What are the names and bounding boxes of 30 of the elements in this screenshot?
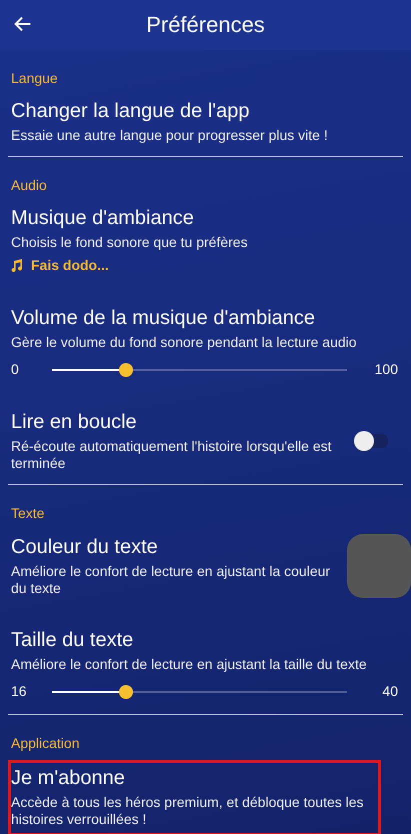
slider-max-label: 100 xyxy=(374,360,398,379)
setting-title: Taille du texte xyxy=(11,628,134,652)
setting-title: Musique d'ambiance xyxy=(11,206,195,230)
music-note-icon xyxy=(11,259,23,272)
current-track-link[interactable]: Fais dodo... xyxy=(31,255,109,276)
slider-min-label: 0 xyxy=(11,360,20,379)
setting-title: Lire en boucle xyxy=(11,410,138,434)
setting-title: Couleur du texte xyxy=(11,535,159,559)
setting-description: Ré-écoute automatiquement l'histoire lorsqu'elle est terminée xyxy=(11,438,333,472)
slider-thumb[interactable] xyxy=(118,362,133,376)
setting-description: Accède à tous les héros premium, et débloque toutes les histoires verrouillées ! xyxy=(11,794,365,828)
setting-title: Changer la langue de l'app xyxy=(11,99,250,123)
screen-title: Préférences xyxy=(146,11,265,39)
section-label: Texte xyxy=(11,504,46,522)
section-label: Langue xyxy=(11,69,59,87)
setting-description: Améliore le confort de lecture en ajustant la couleur du texte xyxy=(11,563,332,597)
setting-description: Choisis le fond sonore que tu préfères xyxy=(11,234,249,251)
setting-description: Gère le volume du fond sonore pendant la lecture audio xyxy=(11,334,358,351)
toggle-switch[interactable] xyxy=(356,434,388,448)
setting-description: Essaie une autre langue pour progresser plus vite ! xyxy=(11,127,329,144)
setting-title: Volume de la musique d'ambiance xyxy=(11,306,316,330)
slider-thumb[interactable] xyxy=(118,684,133,698)
setting-description: Améliore le confort de lecture en ajustant la taille du texte xyxy=(11,656,368,673)
section-label: Application xyxy=(11,734,80,752)
slider-max-label: 40 xyxy=(381,682,398,701)
slider-min-label: 16 xyxy=(11,682,28,701)
setting-title: Je m'abonne xyxy=(11,766,126,790)
color-swatch[interactable] xyxy=(347,534,411,598)
highlight-frame[interactable]: Je m'abonne Accède à tous les héros premium, et débloque toutes les histoires verrouillées ! xyxy=(8,760,381,834)
section-label: Audio xyxy=(11,176,48,194)
